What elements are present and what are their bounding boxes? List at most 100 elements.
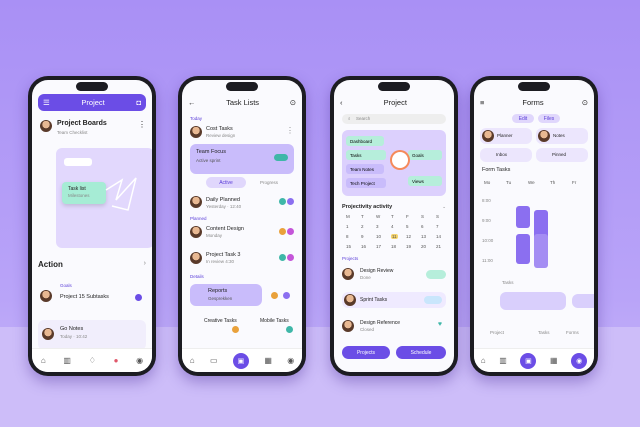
reports-card[interactable]: Reports Gesprekken [190,284,262,306]
calendar-day[interactable]: 20 [421,244,426,249]
profile-icon[interactable]: ◉ [136,356,143,365]
tile[interactable]: Goals [408,150,442,160]
calendar-day[interactable]: 3 [376,224,379,229]
tile[interactable]: Tech Project [346,178,386,188]
more-icon[interactable]: ⋮ [138,120,146,129]
person1-sub: Done [360,275,371,280]
profile-button[interactable]: ◉ [571,352,588,369]
calendar-day[interactable]: 4 [391,224,394,229]
building-icon[interactable]: ▥ [63,356,71,365]
tile[interactable]: Pinned [536,148,588,162]
search-field[interactable]: ⌕ Search [342,114,446,124]
calendar-day[interactable]: 13 [421,234,426,239]
calendar-day[interactable]: 17 [376,244,381,249]
bell-icon[interactable]: ♢ [89,356,96,365]
chevron-down-icon[interactable]: ⌄ [442,204,446,210]
row6a[interactable]: Creative Tasks [204,318,237,324]
schedule-button[interactable]: Schedule [396,346,446,359]
avatar[interactable] [190,126,202,138]
back-icon[interactable]: ☰ [43,98,50,107]
row2-title[interactable]: Daily Planned [206,197,240,203]
chat-icon[interactable]: ◘ [136,98,141,107]
calendar-day[interactable]: 14 [436,234,441,239]
tab-files[interactable]: Files [538,114,560,123]
back-arrow-icon[interactable]: ‹ [340,98,343,107]
person3-name[interactable]: Design Reference [360,320,400,326]
info-icon[interactable]: ⊙ [582,98,588,107]
menu-icon[interactable]: ≡ [480,98,484,107]
event-block[interactable] [534,234,548,268]
row6b[interactable]: Mobile Tasks [260,318,289,324]
calendar-day[interactable]: 10 [376,234,381,239]
building-icon[interactable]: ▥ [499,356,507,365]
calendar-day[interactable]: 5 [406,224,409,229]
more-icon[interactable]: ⋮ [286,126,294,135]
focus-card[interactable]: Team Focus Active sprint [190,144,294,174]
avatar[interactable] [40,120,52,132]
progress-pill[interactable]: Progress [260,180,278,185]
event-block[interactable] [516,206,530,228]
row1-title[interactable]: Project 15 Subtasks [60,294,109,300]
tile[interactable]: Dashboard [346,136,384,146]
avatar[interactable] [40,290,52,302]
sketch-lines-icon [105,177,137,211]
calendar-day[interactable]: 12 [406,234,411,239]
notification-icon[interactable]: ● [114,356,119,365]
calendar-day[interactable]: 15 [346,244,351,249]
add-task-button[interactable]: ▣ [232,352,249,369]
add-form-button[interactable]: ▣ [520,352,537,369]
avatar[interactable] [342,268,354,280]
calendar-day[interactable]: 19 [406,244,411,249]
calendar-day[interactable]: 1 [346,224,349,229]
tile2-label: Notes [553,133,565,138]
tile[interactable]: Inbox [480,148,532,162]
tile[interactable]: Planner [480,128,532,144]
row1-title[interactable]: Cost Tasks [206,126,233,132]
person1-name[interactable]: Design Review [360,268,393,274]
calendar-day[interactable]: 9 [361,234,364,239]
tile[interactable]: Tasks [346,150,386,160]
settings-icon[interactable]: ⊙ [290,98,296,107]
avatar[interactable] [342,320,354,332]
event-block[interactable] [516,234,530,264]
projects-button[interactable]: Projects [342,346,390,359]
active-pill[interactable]: Active [206,177,246,188]
tab-edit[interactable]: Edit [512,114,534,123]
avatar[interactable] [190,252,202,264]
calendar-day[interactable]: 18 [391,244,396,249]
profile-icon[interactable]: ◉ [287,356,294,365]
list-item[interactable]: Sprint Tasks [342,292,446,308]
avatar[interactable] [190,196,202,208]
grid-icon[interactable]: ▦ [264,356,272,365]
tile[interactable]: Team Notes [346,164,384,174]
list-item[interactable]: Go Notes Today · 10:42 [38,320,146,350]
grid-icon[interactable]: ▦ [550,356,558,365]
heart-icon[interactable]: ♥ [438,321,442,328]
calendar-day[interactable]: 7 [436,224,439,229]
status-dot [283,292,290,299]
board-card[interactable]: Task list Milestones [56,148,152,248]
calendar-day[interactable]: 21 [436,244,441,249]
center-avatar[interactable] [392,152,408,168]
home-icon[interactable]: ⌂ [481,356,486,365]
calendar-day[interactable]: 8 [346,234,349,239]
tile[interactable]: Notes [536,128,588,144]
back-arrow-icon[interactable]: ← [188,98,196,107]
floating-task-card[interactable]: Task list Milestones [62,182,106,204]
home-icon[interactable]: ⌂ [41,356,46,365]
row4-title[interactable]: Project Task 3 [206,252,240,258]
task-bar[interactable] [500,292,566,310]
task-bar[interactable] [572,294,594,308]
calendar-day[interactable]: 11 [391,234,398,239]
row3-title[interactable]: Content Design [206,226,244,232]
folder-icon[interactable]: ▭ [210,356,218,365]
row5-title: Reports [208,288,228,294]
calendar-day[interactable]: 6 [421,224,424,229]
tile[interactable]: Views [408,176,442,186]
chevron-right-icon[interactable]: › [144,260,146,267]
home-icon[interactable]: ⌂ [190,356,195,365]
calendar-day[interactable]: 2 [361,224,364,229]
calendar-day[interactable]: 16 [361,244,366,249]
toggle-switch[interactable] [274,154,288,161]
avatar[interactable] [190,226,202,238]
